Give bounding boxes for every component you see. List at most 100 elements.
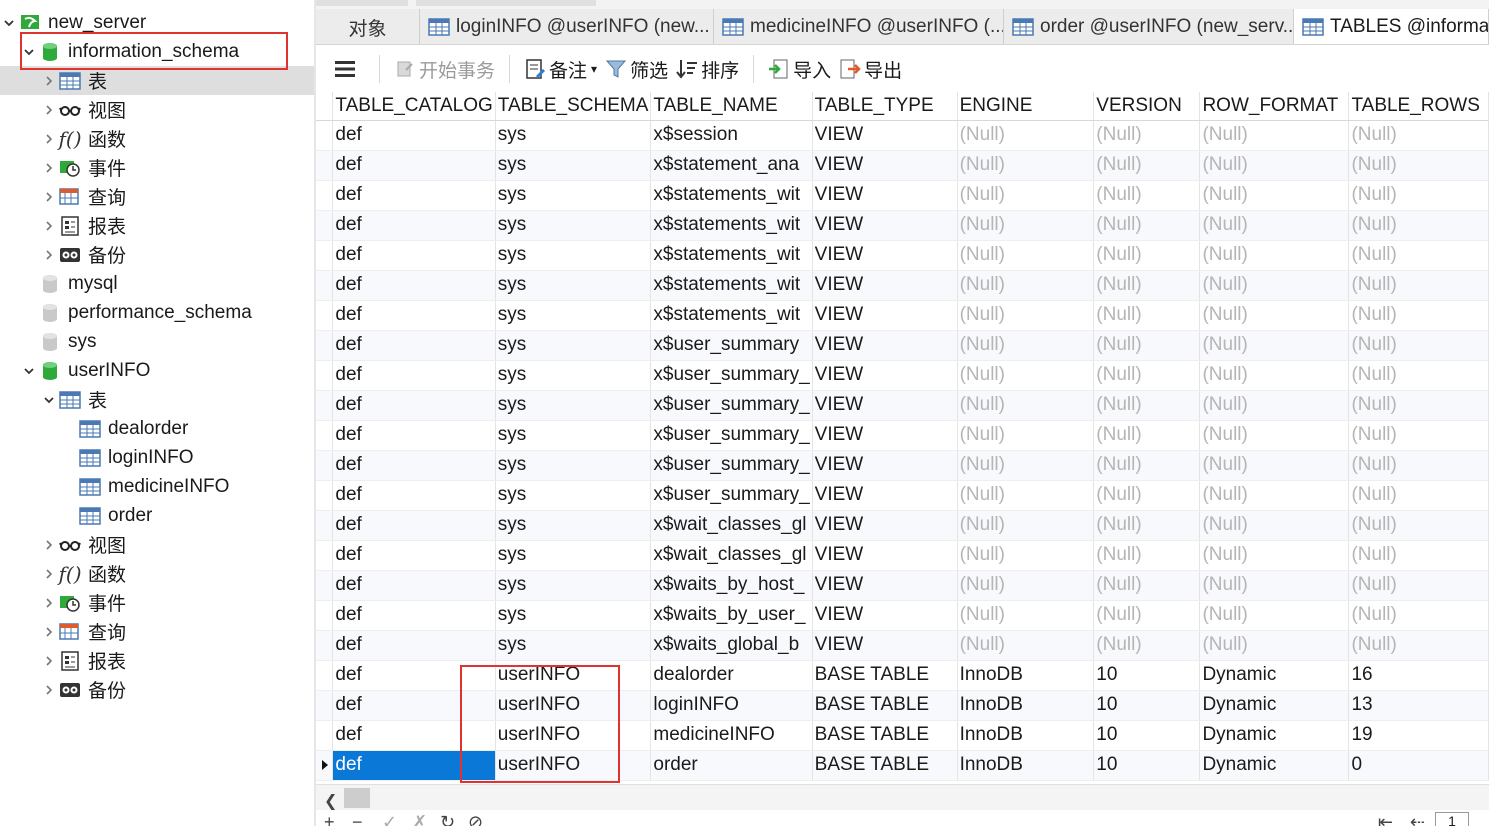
table-cell[interactable]: x$user_summary_ — [650, 420, 813, 451]
table-cell[interactable]: sys — [495, 210, 652, 241]
tree-item-connection[interactable]: new_server — [0, 8, 314, 37]
row-selector[interactable] — [316, 480, 334, 511]
table-cell[interactable]: (Null) — [1348, 630, 1489, 661]
row-selector[interactable] — [316, 750, 334, 781]
table-cell[interactable]: (Null) — [1199, 120, 1350, 151]
table-cell[interactable]: (Null) — [1199, 540, 1350, 571]
table-row[interactable]: def sys x$session VIEW (Null) (Null) (Null) (Nu… — [316, 120, 1489, 151]
filter-button[interactable]: 筛选 — [601, 53, 672, 85]
tab-2[interactable]: medicineINFO @userINFO (... — [714, 9, 1004, 44]
table-cell[interactable]: InnoDB — [957, 660, 1095, 691]
table-cell[interactable]: (Null) — [1199, 600, 1350, 631]
import-button[interactable]: 导入 — [764, 53, 835, 85]
row-selector[interactable] — [316, 270, 334, 301]
tree-item-database-performance_schema[interactable]: performance_schema — [0, 298, 314, 327]
table-cell[interactable]: sys — [495, 600, 652, 631]
chevron-right-icon[interactable] — [40, 535, 58, 555]
chevron-right-icon[interactable] — [40, 593, 58, 613]
table-cell[interactable]: (Null) — [957, 540, 1095, 571]
table-cell[interactable]: def — [332, 420, 496, 451]
table-cell[interactable]: 13 — [1348, 690, 1489, 721]
tab-4[interactable]: TABLES @informat — [1294, 9, 1489, 44]
table-cell[interactable]: VIEW — [812, 480, 958, 511]
table-cell[interactable]: BASE TABLE — [812, 720, 958, 751]
table-cell[interactable]: (Null) — [957, 510, 1095, 541]
table-cell[interactable]: x$statements_wit — [650, 240, 813, 271]
table-cell[interactable]: sys — [495, 570, 652, 601]
table-cell[interactable]: sys — [495, 240, 652, 271]
chevron-right-icon[interactable] — [40, 651, 58, 671]
table-row[interactable]: def sys x$statements_wit VIEW (Null) (Null) (N… — [316, 300, 1489, 331]
table-cell[interactable]: (Null) — [1348, 120, 1489, 151]
tab-3[interactable]: order @userINFO (new_serv... — [1004, 9, 1294, 44]
chevron-right-icon[interactable] — [40, 216, 58, 236]
column-header[interactable]: TABLE_NAME — [650, 92, 813, 121]
row-selector[interactable] — [316, 450, 334, 481]
table-cell[interactable]: def — [332, 750, 496, 781]
table-cell[interactable]: (Null) — [1199, 330, 1350, 361]
table-row[interactable]: def sys x$statements_wit VIEW (Null) (Null) (N… — [316, 210, 1489, 241]
table-row[interactable]: def sys x$statements_wit VIEW (Null) (Null) (N… — [316, 180, 1489, 211]
table-cell[interactable]: x$user_summary — [650, 330, 813, 361]
tree-group-query[interactable]: 查询 — [0, 182, 314, 211]
table-cell[interactable]: (Null) — [1199, 450, 1350, 481]
row-selector[interactable] — [316, 330, 334, 361]
table-cell[interactable]: def — [332, 120, 496, 151]
table-cell[interactable]: (Null) — [1199, 150, 1350, 181]
table-cell[interactable]: (Null) — [1348, 480, 1489, 511]
table-cell[interactable]: VIEW — [812, 300, 958, 331]
table-cell[interactable]: (Null) — [1093, 540, 1201, 571]
table-cell[interactable]: def — [332, 390, 496, 421]
table-cell[interactable]: VIEW — [812, 630, 958, 661]
table-cell[interactable]: order — [650, 750, 813, 781]
tree-group-function[interactable]: f() 函数 — [0, 559, 314, 588]
chevron-down-icon[interactable] — [20, 42, 38, 62]
table-cell[interactable]: (Null) — [1348, 420, 1489, 451]
comment-button[interactable]: 备注 ▾ — [520, 53, 601, 85]
table-cell[interactable]: (Null) — [1199, 270, 1350, 301]
table-cell[interactable]: def — [332, 720, 496, 751]
tree-item-database-information_schema[interactable]: information_schema — [0, 37, 314, 66]
table-cell[interactable]: (Null) — [957, 570, 1095, 601]
table-cell[interactable]: InnoDB — [957, 750, 1095, 781]
row-selector[interactable] — [316, 660, 334, 691]
table-cell[interactable]: VIEW — [812, 360, 958, 391]
table-cell[interactable]: (Null) — [1199, 240, 1350, 271]
column-header[interactable]: ENGINE — [957, 92, 1095, 121]
column-header[interactable]: VERSION — [1093, 92, 1201, 121]
table-cell[interactable]: (Null) — [1093, 450, 1201, 481]
row-selector[interactable] — [316, 690, 334, 721]
table-cell[interactable]: def — [332, 210, 496, 241]
row-selector[interactable] — [316, 120, 334, 151]
chevron-right-icon[interactable] — [40, 245, 58, 265]
table-row[interactable]: def sys x$statements_wit VIEW (Null) (Null) (N… — [316, 240, 1489, 271]
table-cell[interactable]: 10 — [1093, 750, 1201, 781]
table-cell[interactable]: x$statements_wit — [650, 270, 813, 301]
row-selector[interactable] — [316, 240, 334, 271]
tree-group-query[interactable]: 查询 — [0, 617, 314, 646]
row-selector[interactable] — [316, 720, 334, 751]
table-cell[interactable]: (Null) — [957, 420, 1095, 451]
column-header[interactable]: TABLE_CATALOG — [332, 92, 496, 121]
table-row[interactable]: def sys x$statements_wit VIEW (Null) (Null) (N… — [316, 270, 1489, 301]
table-cell[interactable]: sys — [495, 300, 652, 331]
table-cell[interactable]: (Null) — [1199, 360, 1350, 391]
table-cell[interactable]: x$waits_by_user_ — [650, 600, 813, 631]
table-cell[interactable]: (Null) — [1348, 510, 1489, 541]
tab-0[interactable]: 对象 — [316, 9, 420, 44]
table-cell[interactable]: (Null) — [1348, 300, 1489, 331]
table-cell[interactable]: VIEW — [812, 180, 958, 211]
row-selector[interactable] — [316, 510, 334, 541]
table-cell[interactable]: (Null) — [1348, 360, 1489, 391]
table-cell[interactable]: 0 — [1348, 750, 1489, 781]
table-cell[interactable]: (Null) — [1348, 600, 1489, 631]
table-cell[interactable]: 10 — [1093, 720, 1201, 751]
table-cell[interactable]: (Null) — [1348, 330, 1489, 361]
table-cell[interactable]: def — [332, 660, 496, 691]
export-button[interactable]: 导出 — [835, 53, 906, 85]
table-cell[interactable]: (Null) — [957, 300, 1095, 331]
table-cell[interactable]: sys — [495, 120, 652, 151]
table-cell[interactable]: InnoDB — [957, 690, 1095, 721]
horizontal-scrollbar[interactable]: ❮ — [316, 784, 1489, 810]
table-cell[interactable]: VIEW — [812, 450, 958, 481]
